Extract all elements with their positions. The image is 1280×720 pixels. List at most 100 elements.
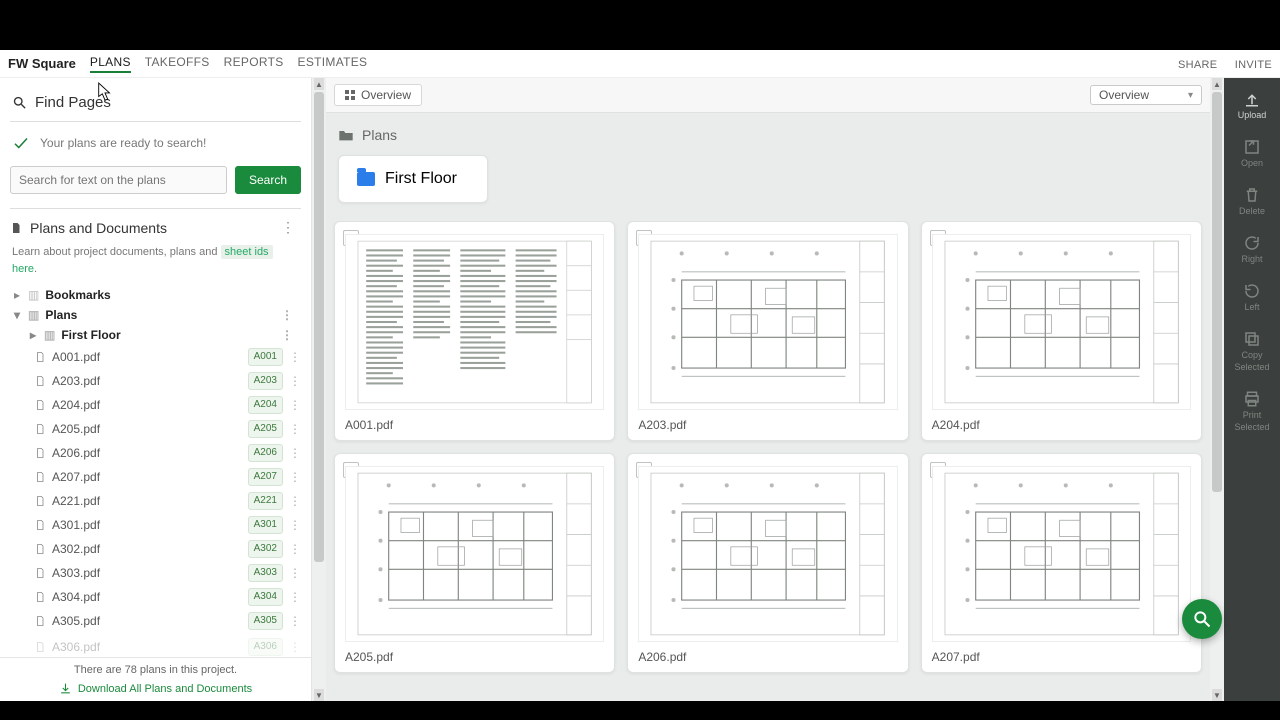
rail-print[interactable]: Print Selected	[1224, 382, 1280, 440]
file-menu-icon[interactable]: ⋮	[289, 542, 299, 556]
rail-open[interactable]: Open	[1224, 130, 1280, 176]
file-row[interactable]: A306.pdf A306 ⋮	[10, 635, 301, 657]
search-fab[interactable]	[1182, 599, 1222, 639]
plan-card[interactable]: A001.pdf	[334, 221, 615, 441]
file-icon	[34, 399, 46, 411]
scroll-down-icon[interactable]: ▼	[314, 689, 324, 701]
sheet-id-badge: A221	[248, 492, 283, 510]
plan-card[interactable]: A206.pdf	[627, 453, 908, 673]
file-menu-icon[interactable]: ⋮	[289, 614, 299, 628]
file-icon	[34, 519, 46, 531]
file-row[interactable]: A203.pdfA203⋮	[10, 369, 301, 393]
top-nav: FW Square PLANSTAKEOFFSREPORTSESTIMATES …	[0, 50, 1280, 78]
file-icon	[34, 567, 46, 579]
right-rail: Upload Open Delete Right	[1224, 78, 1280, 701]
rail-rotate-right[interactable]: Right	[1224, 226, 1280, 272]
file-name: A303.pdf	[52, 566, 242, 580]
sheet-id-badge: A207	[248, 468, 283, 486]
file-menu-icon[interactable]: ⋮	[289, 398, 299, 412]
file-row[interactable]: A206.pdfA206⋮	[10, 441, 301, 465]
rail-rotate-left[interactable]: Left	[1224, 274, 1280, 320]
tree-plans[interactable]: ▾ ▥ Plans ⋮	[10, 305, 301, 325]
plans-docs-menu-icon[interactable]: ⋮	[281, 219, 301, 236]
file-name: A207.pdf	[52, 470, 242, 484]
file-row[interactable]: A304.pdfA304⋮	[10, 585, 301, 609]
card-caption: A204.pdf	[930, 414, 1193, 432]
nav-tab-reports[interactable]: REPORTS	[224, 55, 284, 73]
invite-link[interactable]: INVITE	[1235, 59, 1272, 71]
file-menu-icon[interactable]: ⋮	[289, 494, 299, 508]
folder-icon: ▥	[44, 328, 55, 342]
check-icon	[12, 134, 30, 152]
sheet-id-badge: A305	[248, 612, 283, 630]
plan-thumbnail	[345, 234, 604, 410]
nav-tab-takeoffs[interactable]: TAKEOFFS	[145, 55, 210, 73]
print-icon	[1243, 390, 1261, 408]
tree-first-floor[interactable]: ▸ ▥ First Floor ⋮	[10, 325, 301, 345]
file-row[interactable]: A301.pdfA301⋮	[10, 513, 301, 537]
file-row[interactable]: A204.pdfA204⋮	[10, 393, 301, 417]
file-row[interactable]: A221.pdf A221 ⋮	[10, 489, 301, 513]
share-link[interactable]: SHARE	[1178, 59, 1217, 71]
scrollbar-thumb[interactable]	[1212, 92, 1222, 492]
plan-card[interactable]: A207.pdf	[921, 453, 1202, 673]
upload-icon	[1243, 90, 1261, 108]
file-row[interactable]: A001.pdfA001⋮	[10, 345, 301, 369]
file-menu-icon[interactable]: ⋮	[289, 590, 299, 604]
rail-delete[interactable]: Delete	[1224, 178, 1280, 224]
chevron-right-icon: ▸	[12, 288, 22, 302]
tree-plans-menu-icon[interactable]: ⋮	[281, 308, 299, 322]
brand-title: FW Square	[8, 56, 76, 71]
plan-card[interactable]: A203.pdf	[627, 221, 908, 441]
folder-icon: ▥	[28, 288, 39, 302]
file-row[interactable]: A302.pdfA302⋮	[10, 537, 301, 561]
plan-thumbnail	[638, 466, 897, 642]
learn-here-link[interactable]: here	[12, 263, 34, 275]
sheet-id-badge: A306	[248, 638, 283, 656]
file-row[interactable]: A303.pdfA303⋮	[10, 561, 301, 585]
search-input[interactable]	[10, 166, 227, 194]
file-row[interactable]: A305.pdf A305 ⋮	[10, 609, 301, 633]
search-button[interactable]: Search	[235, 166, 301, 194]
folder-first-floor[interactable]: First Floor	[338, 155, 488, 203]
card-caption: A001.pdf	[343, 414, 606, 432]
overview-dropdown[interactable]: Overview ▾	[1090, 85, 1202, 105]
rail-upload[interactable]: Upload	[1224, 82, 1280, 128]
file-menu-icon[interactable]: ⋮	[289, 350, 299, 364]
scroll-up-icon[interactable]: ▲	[1212, 78, 1222, 90]
scroll-up-icon[interactable]: ▲	[314, 78, 324, 90]
scrollbar-thumb[interactable]	[314, 92, 324, 562]
download-all-link[interactable]: Download All Plans and Documents	[59, 682, 252, 695]
plans-docs-header: Plans and Documents ⋮	[10, 208, 301, 236]
file-name: A306.pdf	[52, 640, 242, 654]
rail-copy[interactable]: Copy Selected	[1224, 322, 1280, 380]
file-menu-icon[interactable]: ⋮	[289, 640, 299, 654]
scroll-down-icon[interactable]: ▼	[1212, 689, 1222, 701]
file-menu-icon[interactable]: ⋮	[289, 518, 299, 532]
file-menu-icon[interactable]: ⋮	[289, 374, 299, 388]
plan-card[interactable]: A204.pdf	[921, 221, 1202, 441]
rotate-left-icon	[1243, 282, 1261, 300]
plan-thumbnail	[345, 466, 604, 642]
sidebar-scrollbar[interactable]: ▲ ▼	[312, 78, 326, 701]
nav-tab-estimates[interactable]: ESTIMATES	[298, 55, 368, 73]
file-icon	[34, 641, 46, 653]
file-menu-icon[interactable]: ⋮	[289, 422, 299, 436]
plan-card[interactable]: A205.pdf	[334, 453, 615, 673]
file-row[interactable]: A207.pdf A207 ⋮	[10, 465, 301, 489]
sheet-id-badge: A204	[248, 396, 283, 414]
file-menu-icon[interactable]: ⋮	[289, 566, 299, 580]
search-icon	[1192, 609, 1212, 629]
file-menu-icon[interactable]: ⋮	[289, 446, 299, 460]
tree-bookmarks[interactable]: ▸ ▥ Bookmarks	[10, 285, 301, 305]
file-menu-icon[interactable]: ⋮	[289, 470, 299, 484]
file-name: A305.pdf	[52, 614, 242, 628]
overview-tab[interactable]: Overview	[334, 84, 422, 106]
chevron-right-icon: ▸	[28, 328, 38, 342]
sheet-id-badge: A001	[248, 348, 283, 366]
file-name: A221.pdf	[52, 494, 242, 508]
file-row[interactable]: A205.pdfA205⋮	[10, 417, 301, 441]
tree-first-floor-menu-icon[interactable]: ⋮	[281, 328, 299, 342]
sheet-ids-link[interactable]: sheet ids	[221, 245, 273, 259]
nav-tab-plans[interactable]: PLANS	[90, 55, 131, 73]
